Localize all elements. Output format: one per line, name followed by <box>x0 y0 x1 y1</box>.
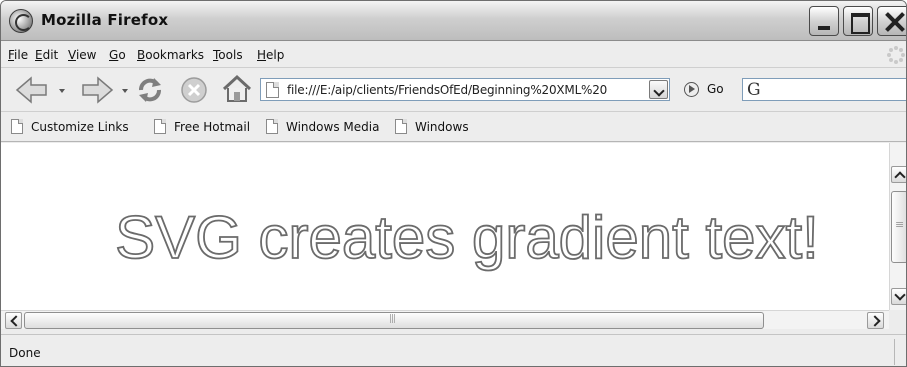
search-input[interactable]: G <box>742 78 906 101</box>
menu-edit[interactable]: Edit <box>35 48 58 62</box>
go-button[interactable]: Go <box>707 82 724 96</box>
bookmark-label: Customize Links <box>31 120 129 134</box>
go-icon[interactable] <box>684 82 699 97</box>
menu-tools-label: ools <box>218 48 243 62</box>
forward-dropdown-icon[interactable] <box>122 89 128 93</box>
status-bar: Done <box>1 334 906 366</box>
menu-edit-accel: E <box>35 48 43 62</box>
page-icon <box>266 82 279 98</box>
bookmark-label: Free Hotmail <box>174 120 251 134</box>
menu-file[interactable]: File <box>8 48 28 62</box>
scroll-up-button[interactable] <box>891 166 906 183</box>
menu-bar: File Edit View Go Bookmarks Tools Help <box>1 42 906 68</box>
bookmark-label: Windows <box>415 120 469 134</box>
bookmark-page-icon <box>154 119 166 134</box>
scroll-down-button[interactable] <box>891 288 906 305</box>
minimize-button[interactable] <box>809 6 839 36</box>
navigation-toolbar: file:///E:/aip/clients/FriendsOfEd/Begin… <box>1 68 906 112</box>
address-input[interactable]: file:///E:/aip/clients/FriendsOfEd/Begin… <box>287 83 642 97</box>
horizontal-scroll-thumb[interactable] <box>24 312 764 329</box>
bookmark-page-icon <box>11 119 23 134</box>
home-icon[interactable] <box>221 73 253 105</box>
menu-bookmarks-accel: B <box>137 48 146 62</box>
browser-window: Mozilla Firefox File Edit View Go Bookma… <box>0 0 907 367</box>
google-search-icon[interactable]: G <box>747 80 761 100</box>
status-divider <box>894 339 895 365</box>
vertical-scroll-thumb[interactable] <box>891 191 906 263</box>
menu-go-label: o <box>118 48 126 62</box>
menu-bookmarks[interactable]: Bookmarks <box>137 48 204 62</box>
menu-edit-label: dit <box>42 48 59 62</box>
bookmark-label: Windows Media <box>286 120 380 134</box>
firefox-icon <box>9 9 33 33</box>
back-dropdown-icon[interactable] <box>59 89 65 93</box>
bookmark-page-icon <box>266 119 278 134</box>
menu-file-label: ile <box>14 48 29 62</box>
title-bar[interactable]: Mozilla Firefox <box>1 1 906 41</box>
menu-help-accel: H <box>257 48 267 62</box>
address-bar[interactable]: file:///E:/aip/clients/FriendsOfEd/Begin… <box>260 78 670 101</box>
horizontal-scrollbar[interactable] <box>1 310 889 329</box>
svg-canvas: SVG creates gradient text! <box>114 203 819 272</box>
back-arrow-icon[interactable] <box>15 76 49 104</box>
status-text: Done <box>9 346 41 360</box>
window-title: Mozilla Firefox <box>41 11 169 29</box>
address-dropdown-button[interactable] <box>649 80 668 99</box>
menu-go-accel: G <box>109 48 119 62</box>
maximize-button[interactable] <box>843 6 873 36</box>
menu-view-label: iew <box>75 48 97 62</box>
bookmark-page-icon <box>395 119 407 134</box>
scrollbar-corner <box>889 310 906 329</box>
throbber-icon <box>887 46 905 64</box>
menu-view-accel: V <box>68 48 76 62</box>
close-button[interactable] <box>877 6 906 36</box>
reload-icon[interactable] <box>134 74 166 106</box>
menu-tools[interactable]: Tools <box>213 48 243 62</box>
forward-arrow-icon[interactable] <box>80 76 114 104</box>
gradient-heading-text: SVG creates gradient text! <box>115 204 819 271</box>
stop-icon[interactable] <box>179 75 209 105</box>
page-content: SVG creates gradient text! <box>1 143 889 310</box>
scroll-right-button[interactable] <box>867 312 884 329</box>
vertical-scrollbar[interactable] <box>889 143 906 310</box>
menu-bookmarks-label: ookmarks <box>145 48 205 62</box>
menu-view[interactable]: View <box>68 48 96 62</box>
bookmarks-toolbar: Customize Links Free Hotmail Windows Med… <box>1 112 906 142</box>
menu-help[interactable]: Help <box>257 48 284 62</box>
menu-go[interactable]: Go <box>109 48 126 62</box>
scroll-left-button[interactable] <box>5 312 22 329</box>
menu-help-label: elp <box>266 48 285 62</box>
